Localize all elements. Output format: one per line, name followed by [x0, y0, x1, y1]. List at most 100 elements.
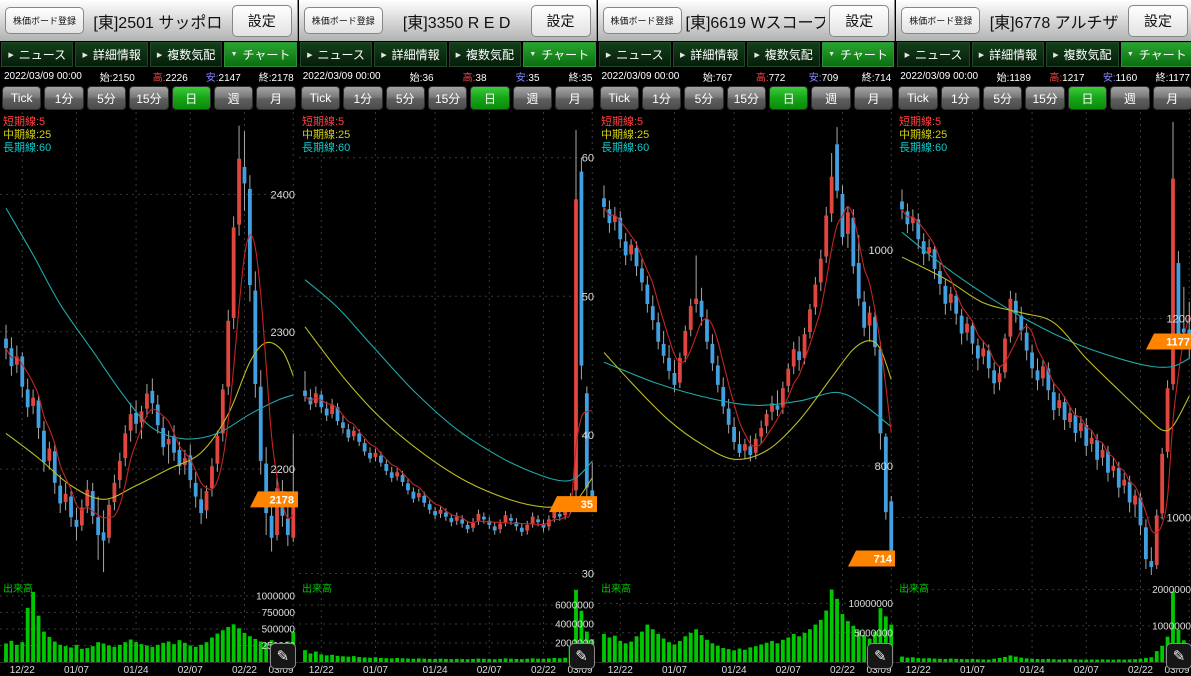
y-axis-label: 800	[874, 461, 892, 473]
timeframe-month-button[interactable]: 月	[1153, 86, 1191, 110]
tab-order-book[interactable]: ▶ 複数気配	[747, 42, 819, 67]
x-axis-date-label: 01/24	[422, 665, 447, 676]
settings-button[interactable]: 設定	[232, 5, 292, 37]
tab-bar: ▶ニュース▶詳細情報▶複数気配▼チャート	[896, 41, 1191, 68]
y-axis-label: 1000	[868, 245, 892, 257]
tab-bar: ▶ニュース▶詳細情報▶複数気配▼チャート	[299, 41, 597, 68]
y-axis-label: 50	[582, 291, 594, 303]
x-axis-date-label: 02/07	[775, 665, 800, 676]
tab-chart[interactable]: ▼チャート	[822, 42, 894, 67]
open-value: 始:767	[703, 69, 732, 84]
tab-chart[interactable]: ▼チャート	[523, 42, 595, 67]
board-register-button[interactable]: 株価ボード登録	[304, 7, 383, 34]
price-chart[interactable]: 1000800短期線:5中期線:25長期線:60出来高1000000050000…	[598, 112, 896, 676]
timeframe-tick-button[interactable]: Tick	[898, 86, 937, 110]
ohlc-info-bar: 2022/03/09 00:00始:2150高:2226安:2147終:2178	[0, 68, 298, 84]
timeframe-15min-button[interactable]: 15分	[727, 86, 766, 110]
timeframe-month-button[interactable]: 月	[256, 86, 295, 110]
volume-title: 出来高	[302, 582, 332, 595]
close-value: 終:35	[569, 69, 593, 84]
board-register-button[interactable]: 株価ボード登録	[5, 7, 84, 34]
timeframe-day-button[interactable]: 日	[1068, 86, 1107, 110]
board-register-button[interactable]: 株価ボード登録	[901, 7, 980, 34]
draw-tool-button[interactable]: ✎	[867, 643, 893, 669]
tab-order-book[interactable]: ▶複数気配	[449, 42, 521, 67]
svg-text:35: 35	[581, 499, 593, 511]
tab-order-book[interactable]: ▶複数気配	[150, 42, 222, 67]
timeframe-day-button[interactable]: 日	[172, 86, 211, 110]
tab-label: 複数気配	[765, 46, 813, 63]
price-chart[interactable]: 240023002200短期線:5中期線:25長期線:60出来高10000007…	[0, 112, 298, 676]
datetime-label: 2022/03/09 00:00	[4, 71, 82, 82]
timeframe-1min-button[interactable]: 1分	[44, 86, 83, 110]
timeframe-5min-button[interactable]: 5分	[684, 86, 723, 110]
chevron-right-icon: ▶	[82, 51, 87, 59]
timeframe-bar: Tick1分5分15分日週月	[299, 84, 597, 112]
tab-detail-info[interactable]: ▶詳細情報	[673, 42, 745, 67]
x-axis-date-label: 02/07	[477, 665, 502, 676]
timeframe-month-button[interactable]: 月	[854, 86, 893, 110]
tab-label: 詳細情報	[93, 46, 141, 63]
tab-label: 複数気配	[466, 46, 514, 63]
tab-detail-info[interactable]: ▶ 詳細情報	[75, 42, 147, 67]
timeframe-day-button[interactable]: 日	[769, 86, 808, 110]
legend-item: 中期線:25	[3, 127, 51, 141]
svg-text:2178: 2178	[270, 494, 294, 506]
tab-detail-info[interactable]: ▶詳細情報	[374, 42, 446, 67]
legend-item: 長期線:60	[601, 140, 649, 154]
tab-label: チャート	[243, 46, 291, 63]
y-axis-label: 40	[582, 430, 594, 442]
price-chart[interactable]: 60504030短期線:5中期線:25長期線:60出来高600000040000…	[299, 112, 597, 676]
tab-news[interactable]: ▶ニュース	[1, 42, 73, 67]
panel-topbar: 株価ボード登録 [東]3350 R E D 設定	[299, 0, 597, 41]
chevron-right-icon: ▶	[754, 51, 759, 59]
draw-tool-button[interactable]: ✎	[270, 643, 296, 669]
stock-title: [東]2501 サッポロ	[88, 9, 228, 33]
board-register-button[interactable]: 株価ボード登録	[603, 7, 682, 34]
timeframe-tick-button[interactable]: Tick	[600, 86, 639, 110]
timeframe-week-button[interactable]: 週	[1110, 86, 1149, 110]
tab-detail-info[interactable]: ▶詳細情報	[972, 42, 1044, 67]
tab-label: チャート	[1139, 46, 1187, 63]
current-price-tag: 35	[549, 496, 597, 512]
legend-item: 長期線:60	[302, 140, 350, 154]
volume-bars	[4, 592, 295, 662]
tab-news[interactable]: ▶ニュース	[300, 42, 372, 67]
svg-text:714: 714	[873, 554, 892, 566]
tab-order-book[interactable]: ▶複数気配	[1046, 42, 1118, 67]
timeframe-bar: Tick1分5分15分日週月	[0, 84, 298, 112]
settings-button[interactable]: 設定	[1128, 5, 1188, 37]
tab-label: ニュース	[19, 46, 66, 63]
timeframe-15min-button[interactable]: 15分	[129, 86, 168, 110]
legend-item: 短期線:5	[3, 114, 45, 128]
settings-button[interactable]: 設定	[829, 5, 889, 37]
tab-label: チャート	[840, 46, 888, 63]
timeframe-15min-button[interactable]: 15分	[428, 86, 467, 110]
tab-news[interactable]: ▶ニュース	[599, 42, 671, 67]
tab-news[interactable]: ▶ニュース	[897, 42, 969, 67]
high-value: 高:1217	[1049, 69, 1084, 84]
timeframe-1min-button[interactable]: 1分	[343, 86, 382, 110]
timeframe-1min-button[interactable]: 1分	[941, 86, 980, 110]
timeframe-1min-button[interactable]: 1分	[642, 86, 681, 110]
chart-area: 240023002200短期線:5中期線:25長期線:60出来高10000007…	[0, 112, 298, 676]
price-chart[interactable]: 12001000短期線:5中期線:25長期線:60出来高200000010000…	[896, 112, 1191, 676]
timeframe-day-button[interactable]: 日	[470, 86, 509, 110]
stock-title: [東]6619 Wスコープ	[686, 9, 826, 33]
draw-tool-button[interactable]: ✎	[569, 643, 595, 669]
draw-tool-button[interactable]: ✎	[1166, 643, 1191, 669]
timeframe-tick-button[interactable]: Tick	[2, 86, 41, 110]
timeframe-week-button[interactable]: 週	[214, 86, 253, 110]
settings-button[interactable]: 設定	[531, 5, 591, 37]
timeframe-week-button[interactable]: 週	[513, 86, 552, 110]
timeframe-month-button[interactable]: 月	[555, 86, 594, 110]
timeframe-5min-button[interactable]: 5分	[983, 86, 1022, 110]
volume-title: 出来高	[601, 582, 631, 595]
timeframe-5min-button[interactable]: 5分	[87, 86, 126, 110]
tab-chart[interactable]: ▼チャート	[224, 42, 296, 67]
timeframe-5min-button[interactable]: 5分	[386, 86, 425, 110]
timeframe-15min-button[interactable]: 15分	[1025, 86, 1064, 110]
timeframe-tick-button[interactable]: Tick	[301, 86, 340, 110]
timeframe-week-button[interactable]: 週	[811, 86, 850, 110]
tab-chart[interactable]: ▼チャート	[1121, 42, 1191, 67]
